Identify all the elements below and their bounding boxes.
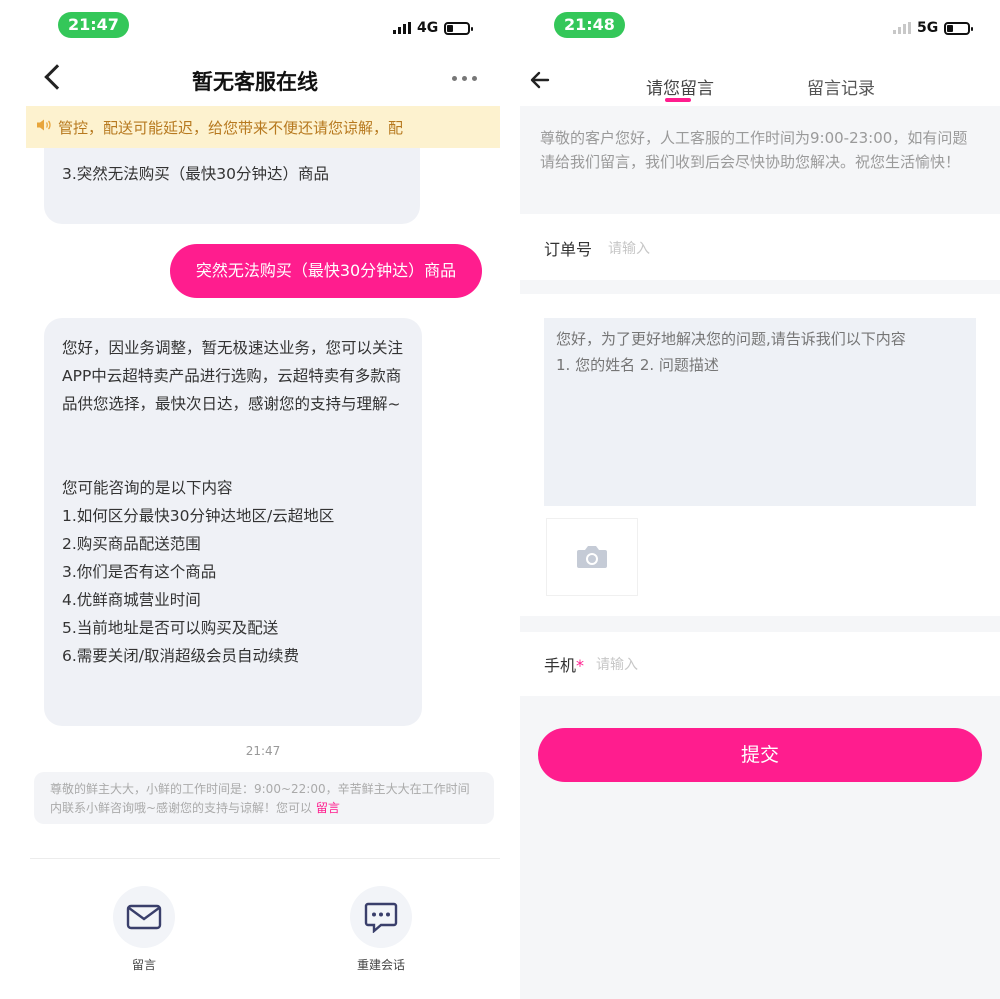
phone-label: 手机* xyxy=(544,656,585,675)
faq-item-4[interactable]: 4.优鲜商城营业时间 xyxy=(62,586,404,614)
phone-input[interactable]: 请输入 xyxy=(596,654,638,674)
tab-leave-message[interactable]: 请您留言 xyxy=(646,74,714,99)
tab-header: 请您留言 留言记录 xyxy=(520,60,1000,106)
speaker-icon xyxy=(36,118,58,136)
order-number-label: 订单号 xyxy=(544,240,593,259)
message-timestamp: 21:47 xyxy=(245,744,281,758)
message-block xyxy=(520,294,1000,616)
signal-icon xyxy=(393,22,411,34)
panel-divider xyxy=(510,0,520,999)
faq-item-2[interactable]: 2.购买商品配送范围 xyxy=(62,530,404,558)
divider xyxy=(30,858,500,859)
status-time: 21:48 xyxy=(554,12,625,38)
faq-item-3[interactable]: 3.你们是否有这个商品 xyxy=(62,558,404,586)
page-title: 暂无客服在线 xyxy=(192,70,318,94)
phone-row: 手机* 请输入 xyxy=(520,632,1000,696)
add-photo-button[interactable] xyxy=(546,518,638,596)
message-intro: 您好，因业务调整，暂无极速达业务，您可以关注APP中云超特卖产品进行选购，云超特… xyxy=(62,339,404,413)
leave-message-link[interactable]: 留言 xyxy=(316,801,340,815)
faq-item-6[interactable]: 6.需要关闭/取消超级会员自动续费 xyxy=(62,642,404,670)
submit-button[interactable]: 提交 xyxy=(538,728,982,782)
notice-text: 管控，配送可能延迟，给您带来不便还请您谅解，配 xyxy=(58,118,404,137)
message-heading: 您可能咨询的是以下内容 xyxy=(62,479,233,497)
message-line: 3.突然无法购买（最快30分钟达）商品 xyxy=(62,165,330,183)
back-arrow-icon[interactable] xyxy=(530,70,550,95)
signal-icon xyxy=(893,22,911,34)
faq-item-1[interactable]: 1.如何区分最快30分钟达地区/云超地区 xyxy=(62,502,404,530)
faq-item-5[interactable]: 5.当前地址是否可以购买及配送 xyxy=(62,614,404,642)
order-number-input[interactable]: 请输入 xyxy=(608,238,650,258)
system-message-text: 尊敬的鲜主大大，小鲜的工作时间是：9:00~22:00，辛苦鲜主大大在工作时间内… xyxy=(50,782,470,815)
status-indicators: 4G xyxy=(393,20,474,36)
status-indicators: 5G xyxy=(893,20,974,36)
notice-banner[interactable]: 管控，配送可能延迟，给您带来不便还请您谅解，配 xyxy=(26,106,500,148)
screenshot-frame: 21:47 4G 暂无客服在线 3.突然无法购买（最快30分钟达）商品 管控，配… xyxy=(0,0,1000,999)
network-label: 4G xyxy=(417,20,439,36)
user-message: 突然无法购买（最快30分钟达）商品 xyxy=(170,244,482,298)
battery-icon xyxy=(944,21,974,35)
required-mark: * xyxy=(576,656,585,675)
service-hours-notice: 尊敬的客户您好，人工客服的工作时间为9:00-23:00，如有问题请给我们留言，… xyxy=(520,106,1000,214)
leave-message-label: 留言 xyxy=(131,958,156,972)
mail-icon xyxy=(113,886,175,948)
chat-header: 暂无客服在线 xyxy=(0,60,510,100)
network-label: 5G xyxy=(917,20,939,36)
restart-chat-label: 重建会话 xyxy=(356,958,405,972)
leave-message-screen: 21:48 5G 请您留言 留言记录 尊敬的客户您好，人工客服的工作时间为9:0… xyxy=(520,0,1000,999)
system-message: 尊敬的鲜主大大，小鲜的工作时间是：9:00~22:00，辛苦鲜主大大在工作时间内… xyxy=(34,772,494,824)
more-icon[interactable] xyxy=(452,76,477,81)
chat-icon xyxy=(350,886,412,948)
agent-message: 您好，因业务调整，暂无极速达业务，您可以关注APP中云超特卖产品进行选购，云超特… xyxy=(44,318,422,726)
message-textarea[interactable] xyxy=(544,318,976,506)
battery-icon xyxy=(444,21,474,35)
camera-icon xyxy=(577,546,607,568)
status-time: 21:47 xyxy=(58,12,129,38)
leave-message-button[interactable]: 留言 xyxy=(113,886,175,973)
chat-screen: 21:47 4G 暂无客服在线 3.突然无法购买（最快30分钟达）商品 管控，配… xyxy=(0,0,510,999)
restart-chat-button[interactable]: 重建会话 xyxy=(350,886,412,973)
tab-message-history[interactable]: 留言记录 xyxy=(807,74,875,99)
active-tab-indicator xyxy=(665,98,691,102)
order-number-row: 订单号 请输入 xyxy=(520,214,1000,280)
